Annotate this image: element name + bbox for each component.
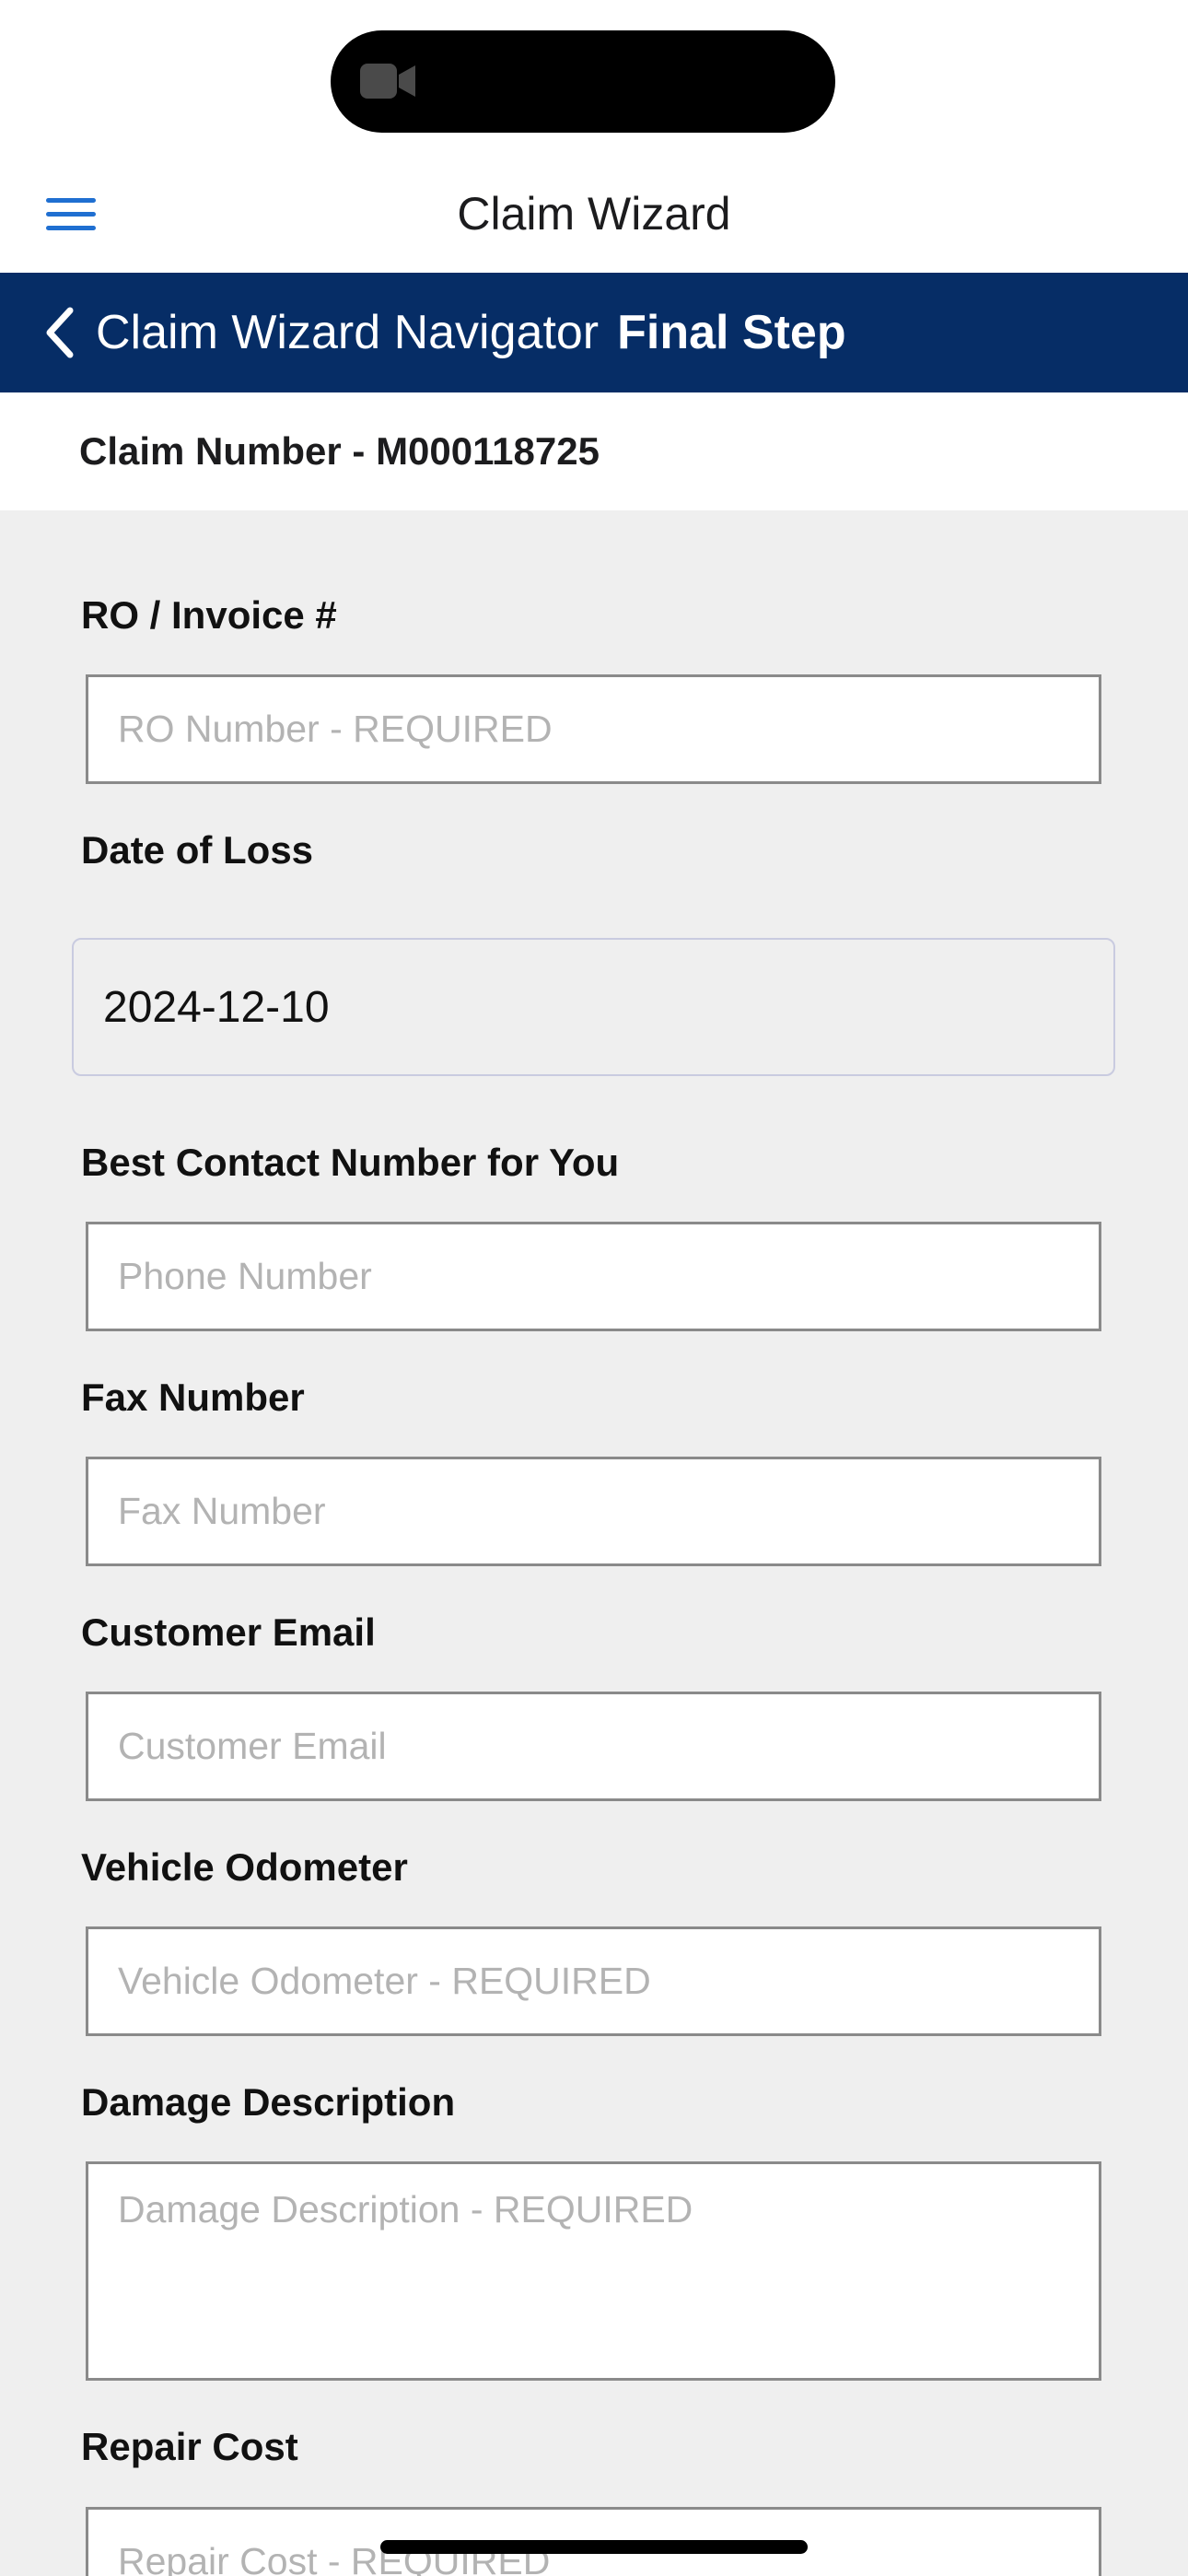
- vehicle-odometer-input[interactable]: Vehicle Odometer - REQUIRED: [86, 1926, 1101, 2036]
- hamburger-menu-icon[interactable]: [37, 186, 107, 241]
- customer-email-placeholder: Customer Email: [118, 1725, 387, 1767]
- phone-number-input[interactable]: Phone Number: [86, 1222, 1101, 1331]
- ro-invoice-input[interactable]: RO Number - REQUIRED: [86, 674, 1101, 784]
- app-header: Claim Wizard: [0, 155, 1188, 273]
- current-step-label: Final Step: [617, 306, 846, 359]
- claim-number-prefix: Claim Number: [79, 429, 342, 473]
- dynamic-island: [331, 30, 835, 133]
- fax-number-placeholder: Fax Number: [118, 1490, 326, 1532]
- repair-cost-label: Repair Cost: [81, 2425, 298, 2468]
- customer-email-label: Customer Email: [81, 1610, 376, 1654]
- ro-invoice-label: RO / Invoice #: [81, 593, 337, 637]
- ro-invoice-placeholder: RO Number - REQUIRED: [118, 708, 553, 750]
- page-title: Claim Wizard: [457, 188, 731, 240]
- damage-description-label: Damage Description: [81, 2080, 456, 2124]
- claim-number-header: Claim Number - M000118725: [0, 392, 1188, 510]
- claim-number-value: M000118725: [376, 429, 600, 473]
- home-indicator[interactable]: [380, 2540, 808, 2554]
- date-of-loss-label: Date of Loss: [81, 828, 314, 872]
- contact-number-label: Best Contact Number for You: [81, 1141, 620, 1184]
- status-bar: [0, 0, 1188, 155]
- claim-number-separator: -: [341, 429, 377, 473]
- vehicle-odometer-placeholder: Vehicle Odometer - REQUIRED: [118, 1960, 651, 2002]
- date-of-loss-value: 2024-12-10: [103, 982, 330, 1032]
- navigator-back-label[interactable]: Claim Wizard Navigator: [96, 305, 599, 360]
- damage-description-placeholder: Damage Description - REQUIRED: [118, 2188, 693, 2231]
- phone-number-placeholder: Phone Number: [118, 1255, 372, 1297]
- video-camera-icon: [360, 64, 415, 99]
- vehicle-odometer-label: Vehicle Odometer: [81, 1845, 408, 1889]
- fax-number-input[interactable]: Fax Number: [86, 1457, 1101, 1566]
- chevron-left-icon[interactable]: [31, 296, 90, 369]
- customer-email-input[interactable]: Customer Email: [86, 1692, 1101, 1801]
- damage-description-textarea[interactable]: Damage Description - REQUIRED: [86, 2161, 1101, 2381]
- claim-wizard-screen: Claim Wizard Claim Wizard Navigator Fina…: [0, 0, 1188, 2576]
- fax-number-label: Fax Number: [81, 1376, 305, 1419]
- date-of-loss-field[interactable]: 2024-12-10: [72, 938, 1115, 1076]
- wizard-navigator-bar: Claim Wizard Navigator Final Step: [0, 273, 1188, 392]
